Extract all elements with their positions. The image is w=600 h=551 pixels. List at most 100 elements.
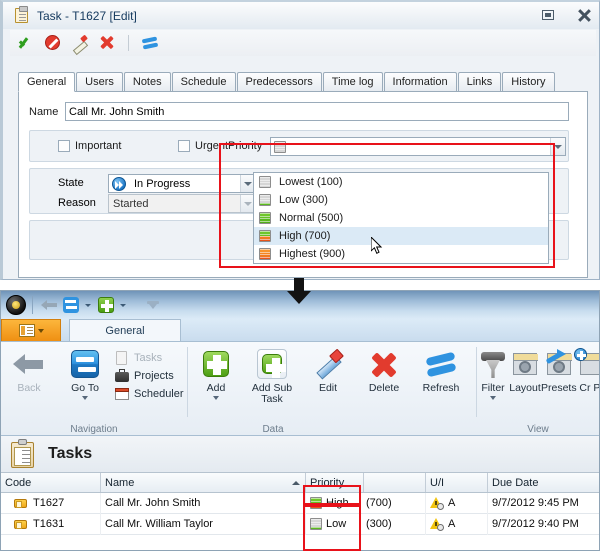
- ribbon-button-projects[interactable]: Projects: [114, 368, 184, 384]
- ribbon-button-scheduler[interactable]: Scheduler: [114, 386, 184, 402]
- priority-option-label: High (700): [279, 230, 330, 242]
- ribbon-button-go-to[interactable]: Go To: [57, 347, 113, 400]
- page-header: Tasks: [1, 436, 600, 473]
- in-progress-icon: [112, 177, 126, 191]
- edit-button[interactable]: [71, 34, 89, 52]
- briefcase-icon: [114, 368, 130, 384]
- column-header-code[interactable]: Code: [1, 473, 101, 492]
- ribbon-button-delete[interactable]: Delete: [356, 347, 412, 394]
- cell-code-text: T1631: [33, 518, 64, 530]
- priority-dropdown-list[interactable]: Lowest (100) Low (300) Normal (500): [253, 172, 549, 264]
- flags-group: Important Urgent Priority: [29, 130, 569, 162]
- table-row[interactable]: T1631 Call Mr. William Taylor Low (300) …: [1, 514, 600, 535]
- add-caret-icon[interactable]: [118, 295, 127, 315]
- back-button[interactable]: [39, 295, 59, 315]
- warning-icon: [430, 518, 444, 531]
- cell-ui-text: A: [448, 518, 455, 530]
- ribbon-button-add[interactable]: Add: [188, 347, 244, 400]
- priority-option-low[interactable]: Low (300): [254, 191, 548, 209]
- customize-qat-button[interactable]: [143, 295, 163, 315]
- important-checkbox[interactable]: Important: [58, 140, 121, 152]
- ribbon-tab-general[interactable]: General: [69, 319, 181, 341]
- ribbon-button-refresh[interactable]: Refresh: [413, 347, 469, 394]
- close-icon[interactable]: [575, 6, 593, 24]
- application-menu[interactable]: [1, 319, 61, 341]
- ribbon-button-label: Filter: [481, 383, 504, 394]
- chevron-down-icon[interactable]: [550, 138, 565, 155]
- ribbon-button-label: Projects: [134, 370, 174, 382]
- column-header-blank[interactable]: [364, 473, 426, 492]
- go-to-button[interactable]: [61, 295, 81, 315]
- reason-combobox[interactable]: Started: [108, 194, 256, 213]
- column-header-due-date[interactable]: Due Date: [488, 473, 600, 492]
- name-input[interactable]: [65, 102, 569, 121]
- ribbon-button-label: Tasks: [134, 352, 162, 364]
- chevron-down-icon[interactable]: [82, 396, 88, 400]
- priority-option-normal[interactable]: Normal (500): [254, 209, 548, 227]
- ribbon-button-label: Cr Pr: [579, 383, 600, 394]
- tab-predecessors[interactable]: Predecessors: [237, 72, 322, 91]
- column-header-ui[interactable]: U/I: [426, 473, 488, 492]
- ribbon-group-data: Add Add Sub Task Edit: [188, 342, 476, 437]
- tab-schedule[interactable]: Schedule: [172, 72, 236, 91]
- chevron-down-icon[interactable]: [490, 396, 496, 400]
- delete-button[interactable]: [98, 34, 116, 52]
- ribbon-button-layout[interactable]: Layout: [509, 347, 541, 394]
- tasks-clipboard-icon: [114, 350, 130, 366]
- priority-option-high[interactable]: High (700): [254, 227, 548, 245]
- tab-history[interactable]: History: [502, 72, 554, 91]
- ok-button[interactable]: [17, 34, 35, 52]
- priority-option-lowest[interactable]: Lowest (100): [254, 173, 548, 191]
- cell-priority: Low: [306, 514, 364, 535]
- cell-priority: High: [306, 493, 364, 514]
- tab-information[interactable]: Information: [384, 72, 457, 91]
- column-header-label: Name: [105, 477, 134, 489]
- add-sub-task-icon: [256, 349, 288, 381]
- dialog-title: Task - T1627 [Edit]: [37, 9, 137, 23]
- tab-links[interactable]: Links: [458, 72, 502, 91]
- cell-due-date: 9/7/2012 9:45 PM: [488, 493, 600, 514]
- ribbon-button-tasks[interactable]: Tasks: [114, 350, 184, 366]
- cell-name: Call Mr. William Taylor: [101, 514, 306, 535]
- tab-general[interactable]: General: [18, 72, 75, 92]
- ribbon-button-label: Edit: [319, 383, 337, 394]
- ribbon-button-presets[interactable]: Presets: [541, 347, 577, 394]
- go-to-caret-icon[interactable]: [83, 295, 92, 315]
- priority-low-icon: [310, 518, 322, 530]
- cancel-button[interactable]: [44, 34, 62, 52]
- tab-users[interactable]: Users: [76, 72, 123, 91]
- ribbon-button-label: Layout: [509, 383, 541, 394]
- cell-priority-value: (300): [364, 514, 426, 535]
- chevron-down-icon[interactable]: [213, 396, 219, 400]
- state-combobox[interactable]: In Progress: [108, 174, 256, 193]
- column-header-name[interactable]: Name: [101, 473, 306, 492]
- table-row[interactable]: T1627 Call Mr. John Smith High (700) A: [1, 493, 600, 514]
- ribbon-group-caption: Data: [188, 422, 358, 437]
- cell-priority-value: (700): [364, 493, 426, 514]
- ribbon-button-edit[interactable]: Edit: [300, 347, 356, 394]
- priority-option-highest[interactable]: Highest (900): [254, 245, 548, 263]
- application-orb-icon[interactable]: [6, 295, 26, 315]
- refresh-button[interactable]: [141, 34, 159, 52]
- urgent-checkbox-box[interactable]: [178, 140, 190, 152]
- ribbon-button-add-sub-task[interactable]: Add Sub Task: [244, 347, 300, 405]
- cell-name: Call Mr. John Smith: [101, 493, 306, 514]
- add-button[interactable]: [96, 295, 116, 315]
- ribbon-button-create-preset[interactable]: Cr Pr: [577, 347, 600, 394]
- ribbon-button-back[interactable]: Back: [1, 347, 57, 394]
- priority-combobox[interactable]: [270, 137, 566, 156]
- ribbon-button-filter[interactable]: Filter: [477, 347, 509, 400]
- layout-grid-icon: [509, 349, 541, 381]
- state-label: State: [58, 177, 84, 189]
- ribbon-button-label: Back: [17, 383, 40, 394]
- cell-code: T1631: [1, 514, 101, 535]
- restore-icon[interactable]: [539, 6, 557, 24]
- tab-notes[interactable]: Notes: [124, 72, 171, 91]
- important-checkbox-box[interactable]: [58, 140, 70, 152]
- column-header-priority[interactable]: Priority: [306, 473, 364, 492]
- toolbar-separator: [128, 35, 129, 51]
- tab-time-log[interactable]: Time log: [323, 72, 383, 91]
- urgent-checkbox[interactable]: Urgent: [178, 140, 228, 152]
- ribbon-group-caption: Navigation: [1, 422, 187, 437]
- reason-value: Started: [109, 198, 240, 210]
